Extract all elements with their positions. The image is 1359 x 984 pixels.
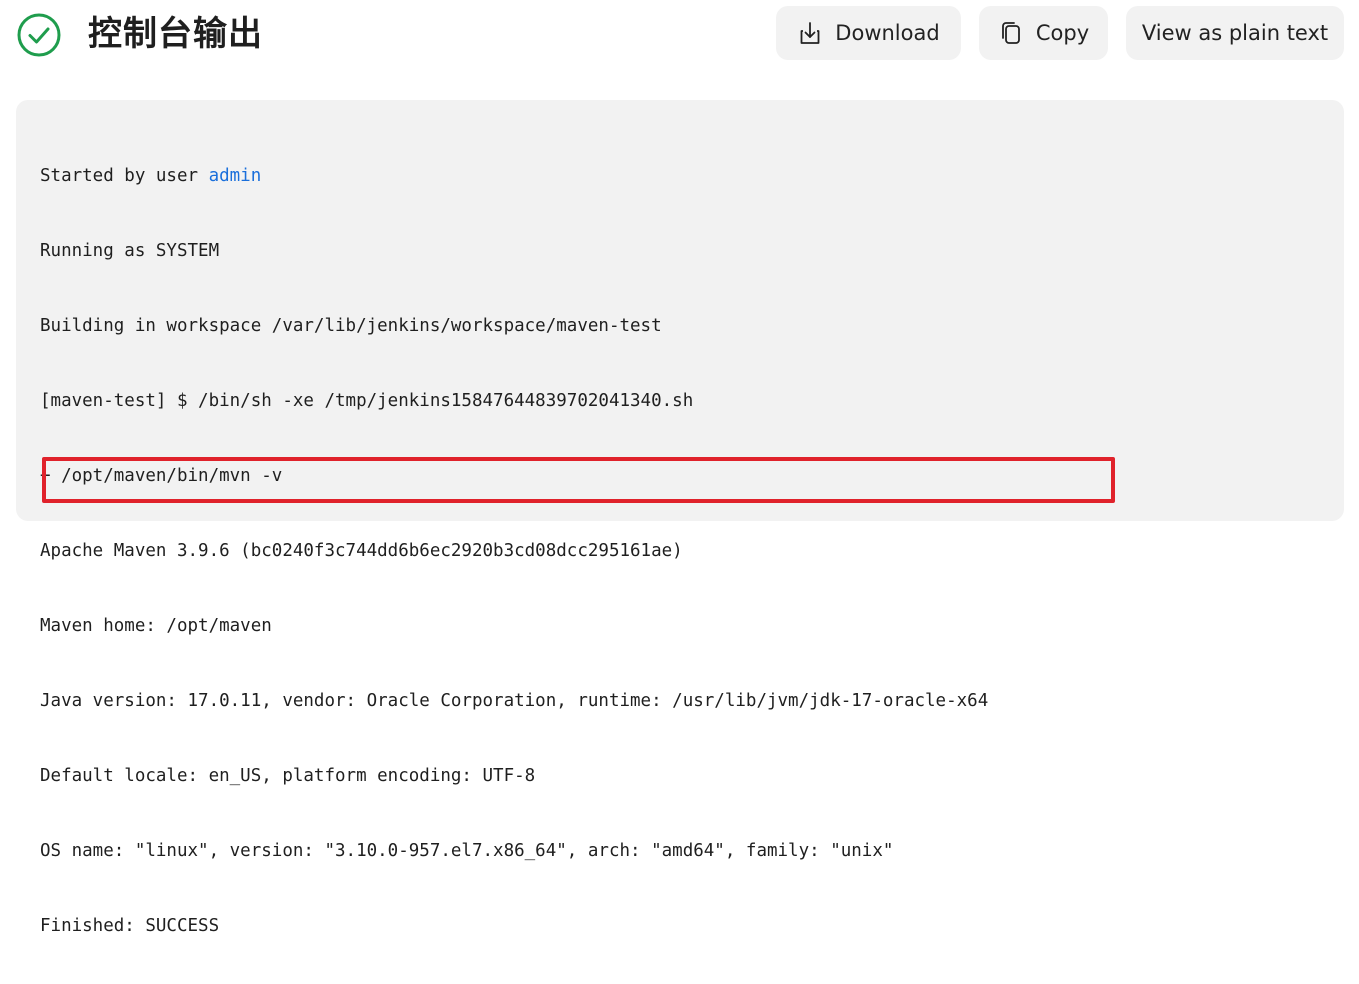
check-circle-icon xyxy=(17,13,61,57)
download-button[interactable]: Download xyxy=(776,6,961,60)
log-line: Started by user admin xyxy=(40,159,988,194)
log-text: Started by user xyxy=(40,166,209,186)
copy-icon xyxy=(1001,22,1020,44)
console-log: Started by user admin Running as SYSTEM … xyxy=(40,119,988,984)
page-header: 控制台输出 Download Copy View as plain text xyxy=(0,0,1359,70)
log-line: Default locale: en_US, platform encoding… xyxy=(40,766,536,786)
user-link-admin[interactable]: admin xyxy=(209,166,262,186)
log-line-java-version: Java version: 17.0.11, vendor: Oracle Co… xyxy=(40,691,989,711)
log-line: Apache Maven 3.9.6 (bc0240f3c744dd6b6ec2… xyxy=(40,541,683,561)
log-line: Running as SYSTEM xyxy=(40,241,220,261)
view-plain-text-label: View as plain text xyxy=(1141,21,1329,45)
log-line: Maven home: /opt/maven xyxy=(40,616,272,636)
view-plain-text-button[interactable]: View as plain text xyxy=(1126,6,1344,60)
log-line: Finished: SUCCESS xyxy=(40,916,220,936)
log-line: Building in workspace /var/lib/jenkins/w… xyxy=(40,316,662,336)
copy-button[interactable]: Copy xyxy=(979,6,1108,60)
download-icon xyxy=(800,22,820,44)
download-label: Download xyxy=(835,21,940,45)
page-title: 控制台输出 xyxy=(88,14,263,54)
console-output: Started by user admin Running as SYSTEM … xyxy=(16,100,1344,936)
log-line: + /opt/maven/bin/mvn -v xyxy=(40,466,283,486)
copy-label: Copy xyxy=(1035,21,1090,45)
log-line: OS name: "linux", version: "3.10.0-957.e… xyxy=(40,841,894,861)
log-line: [maven-test] $ /bin/sh -xe /tmp/jenkins1… xyxy=(40,391,694,411)
